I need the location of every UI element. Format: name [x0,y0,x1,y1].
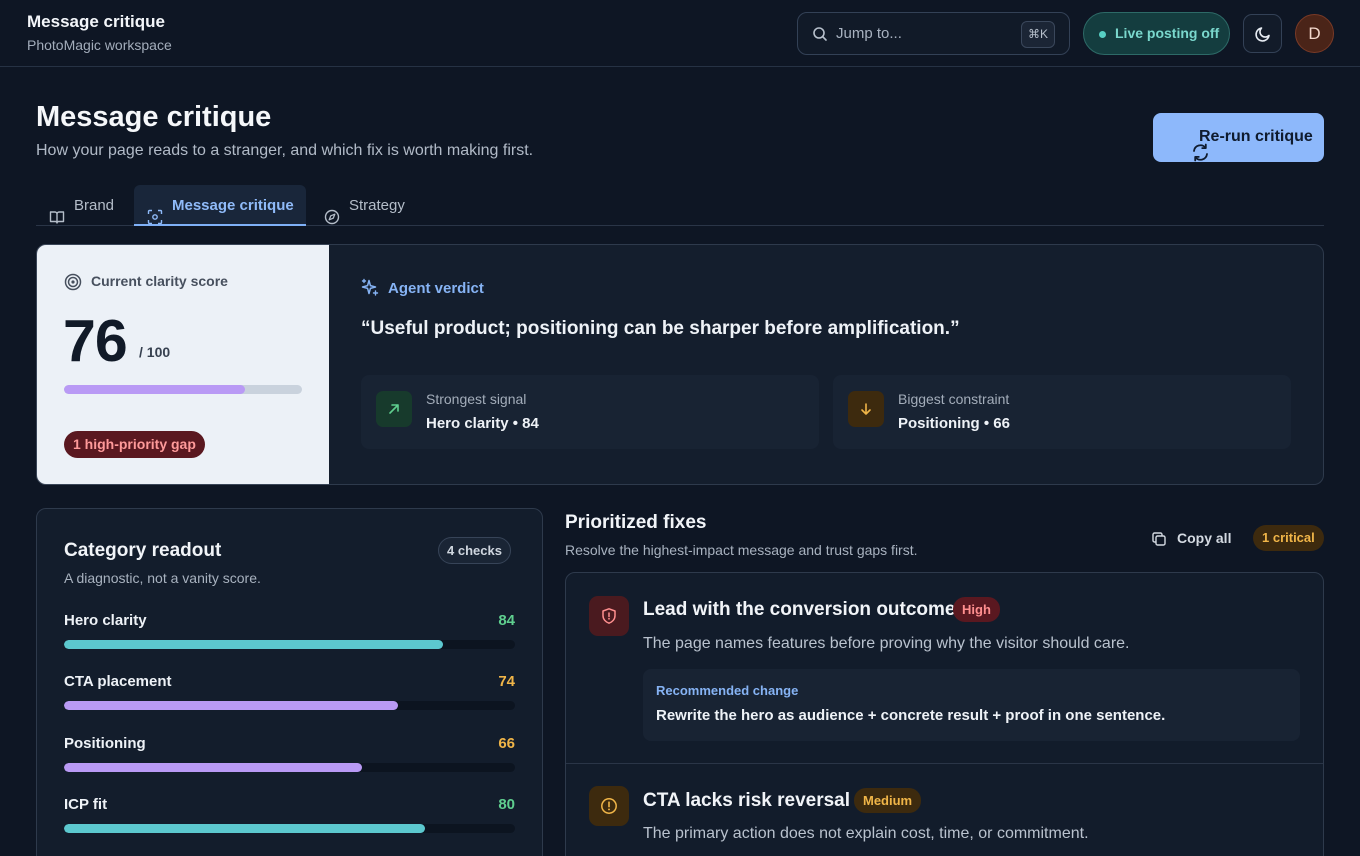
agent-verdict-card: Agent verdict “Useful product; positioni… [329,244,1324,485]
fix-title: Lead with the conversion outcome [643,599,956,620]
category-readout-subtitle: A diagnostic, not a vanity score. [64,570,261,586]
metric-bar [64,640,515,649]
biggest-constraint-panel: Biggest constraint Positioning • 66 [833,375,1291,449]
clarity-score-label: Current clarity score [91,273,228,289]
strongest-signal-label: Strongest signal [426,391,527,407]
clarity-score-bar-fill [64,385,245,394]
user-avatar[interactable]: D [1295,14,1334,53]
tab-message-critique-label: Message critique [172,197,294,214]
fix-item[interactable]: Lead with the conversion outcome High Th… [566,573,1323,763]
metric-bar [64,701,515,710]
prioritized-fixes-subtitle: Resolve the highest-impact message and t… [565,542,918,558]
tab-message-critique[interactable]: Message critique [134,185,306,226]
metric-icp-fit: ICP fit 80 [64,796,515,836]
sparkles-icon [360,278,380,298]
metric-value: 84 [498,612,515,629]
fix-list: Lead with the conversion outcome High Th… [565,572,1324,856]
tab-brand-label: Brand [74,197,115,214]
shortcut-hint: ⌘K [1020,21,1055,48]
page-subtitle: How your page reads to a stranger, and w… [36,142,534,159]
search-icon [812,26,828,42]
metric-name: Hero clarity [64,612,147,629]
clarity-score-value: 76 [63,308,128,374]
checks-count-badge: 4 checks [438,537,511,564]
copy-all-label: Copy all [1177,530,1232,546]
live-posting-label: Live posting off [1115,25,1220,41]
jump-to-placeholder: Jump to... [836,25,902,42]
workspace-subtitle: PhotoMagic workspace [27,37,172,53]
tab-brand[interactable]: Brand [36,185,130,226]
recommended-change-label: Recommended change [656,683,799,698]
jump-to-search[interactable]: Jump to... ⌘K [797,12,1070,55]
metric-bar-fill [64,640,443,649]
metric-name: Positioning [64,735,146,752]
high-priority-gap-badge: 1 high-priority gap [64,431,205,458]
tab-strategy[interactable]: Strategy [312,185,422,226]
fix-item[interactable]: CTA lacks risk reversal Medium The prima… [566,764,1323,856]
priority-badge-high: High [953,597,1000,622]
metric-positioning: Positioning 66 [64,735,515,775]
metric-value: 66 [498,735,515,752]
metric-cta-placement: CTA placement 74 [64,673,515,713]
metric-bar-fill [64,701,398,710]
fix-description: The page names features before proving w… [643,635,1130,652]
fix-description: The primary action does not explain cost… [643,825,1089,842]
priority-badge-medium: Medium [854,788,922,813]
strongest-signal-value: Hero clarity • 84 [426,415,539,432]
biggest-constraint-value: Positioning • 66 [898,415,1010,432]
target-icon [64,273,82,291]
metric-hero-clarity: Hero clarity 84 [64,612,515,652]
metric-bar [64,763,515,772]
metric-name: ICP fit [64,796,108,813]
shield-icon [589,596,629,636]
tab-bar: Brand Message critique Strategy [36,185,1324,226]
category-readout-card: Category readout A diagnostic, not a van… [36,508,543,856]
clarity-score-denominator: / 100 [139,344,171,360]
clarity-score-card: Current clarity score 76 / 100 1 high-pr… [36,244,330,485]
status-dot [1099,31,1106,38]
rerun-critique-label: Re-run critique [1199,128,1313,145]
arrow-up-right-icon [376,391,412,427]
metric-bar-fill [64,763,362,772]
agent-verdict-quote: “Useful product; positioning can be shar… [361,318,960,339]
top-bar: Message critique PhotoMagic workspace Ju… [0,0,1360,67]
metric-value: 74 [498,673,515,690]
biggest-constraint-label: Biggest constraint [898,391,1010,407]
fix-title: CTA lacks risk reversal [643,790,851,811]
strongest-signal-panel: Strongest signal Hero clarity • 84 [361,375,819,449]
rerun-critique-button[interactable]: Re-run critique [1153,113,1324,162]
arrow-down-icon [848,391,884,427]
metric-bar [64,824,515,833]
metric-bar-fill [64,824,425,833]
theme-toggle-button[interactable] [1243,14,1282,53]
clarity-score-bar [64,385,302,394]
metric-value: 80 [498,796,515,813]
prioritized-fixes-title: Prioritized fixes [565,512,707,533]
tab-strategy-label: Strategy [349,197,405,214]
category-readout-title: Category readout [64,540,222,561]
agent-verdict-label: Agent verdict [388,280,484,297]
page-title: Message critique [36,101,272,133]
critical-count-badge: 1 critical [1253,525,1324,551]
metric-name: CTA placement [64,673,172,690]
recommended-change-text: Rewrite the hero as audience + concrete … [656,707,1166,724]
live-posting-toggle[interactable]: Live posting off [1083,12,1230,55]
recommended-change-panel: Recommended change Rewrite the hero as a… [643,669,1300,741]
workspace-title: Message critique [27,12,165,31]
alert-circle-icon [589,786,629,826]
